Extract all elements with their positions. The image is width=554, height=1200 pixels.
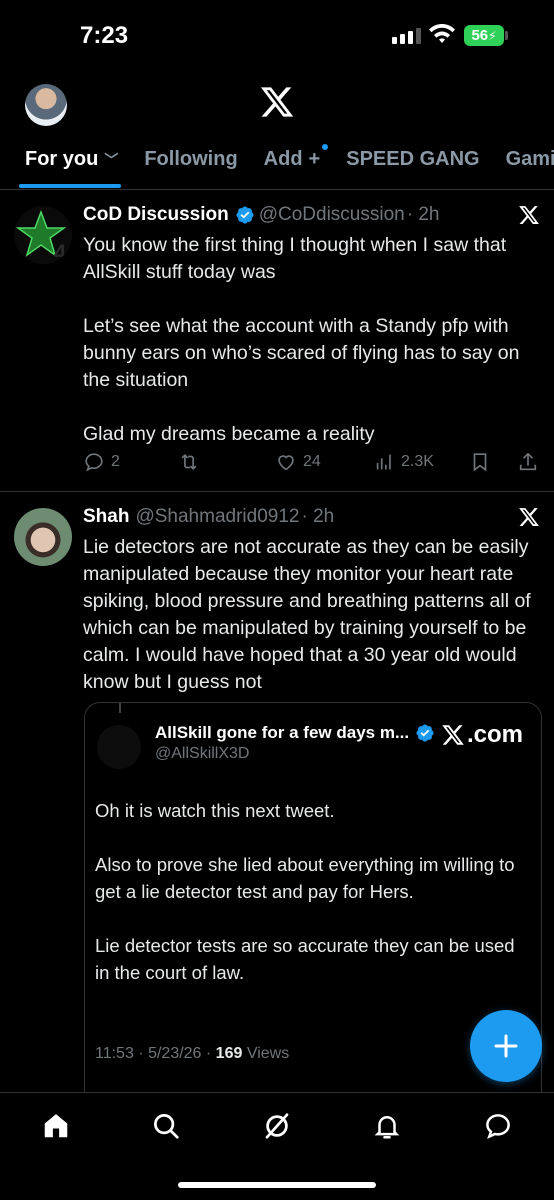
- share-icon: [519, 452, 537, 471]
- post-header: Shah @Shahmadrid0912 · 2h: [83, 504, 540, 530]
- thread-line: [119, 703, 121, 713]
- tab-add-label: Add: [263, 148, 303, 170]
- source-domain: .com: [466, 721, 523, 748]
- quoted-post-meta: 11:53 · 5/23/26 · 169 Views: [95, 1045, 289, 1063]
- quoted-author-handle[interactable]: @AllSkillX3D: [155, 745, 249, 763]
- quoted-post-views-count: 169: [215, 1045, 243, 1062]
- battery-indicator: 56 ⚡: [464, 25, 504, 46]
- author-avatar[interactable]: 4: [14, 206, 72, 264]
- timeline-header: For you ﹀ Following Add + SPEED GANG Gam…: [0, 70, 554, 190]
- tab-following-label: Following: [144, 148, 238, 170]
- search-icon[interactable]: [151, 1111, 181, 1141]
- x-logo-icon: [442, 725, 464, 745]
- messages-icon[interactable]: [483, 1111, 513, 1141]
- bookmark-icon: [473, 453, 487, 472]
- views-button[interactable]: 2.3K: [373, 451, 434, 473]
- post-text: You know the first thing I thought when …: [83, 234, 520, 445]
- verified-badge-icon: [236, 206, 254, 224]
- post[interactable]: 4 CoD Discussion @CoDdiscussion · 2h You…: [0, 190, 554, 492]
- home-indicator[interactable]: [178, 1182, 376, 1188]
- reply-icon: [85, 453, 103, 472]
- author-avatar[interactable]: [14, 508, 72, 566]
- author-handle[interactable]: @CoDdiscussion: [259, 204, 405, 226]
- analytics-icon: [376, 454, 391, 470]
- profile-avatar[interactable]: [25, 84, 67, 126]
- reply-button[interactable]: 2: [83, 451, 120, 473]
- reply-count: 2: [111, 453, 120, 470]
- post-text: Lie detectors are not accurate as they c…: [83, 536, 531, 693]
- author-handle[interactable]: @Shahmadrid0912: [135, 506, 299, 528]
- notifications-icon[interactable]: [372, 1111, 402, 1141]
- quoted-author-name[interactable]: AllSkill gone for a few days m...: [155, 723, 409, 743]
- plus-icon: [494, 1034, 518, 1058]
- quoted-post-text: Oh it is watch this next tweet. Also to …: [95, 800, 515, 983]
- repost-icon: [181, 453, 197, 471]
- tab-for-you-label: For you: [25, 148, 99, 170]
- star-logo-icon: 4: [14, 206, 72, 264]
- x-logo-icon[interactable]: [518, 204, 540, 226]
- views-count: 2.3K: [401, 453, 434, 470]
- tab-following[interactable]: Following: [144, 148, 237, 171]
- bookmark-button[interactable]: [469, 451, 491, 473]
- cellular-signal-icon: [392, 28, 421, 44]
- like-button[interactable]: 24: [275, 451, 321, 473]
- source-label: .com: [441, 721, 523, 749]
- heart-icon: [278, 455, 294, 471]
- tab-gaming-label: Gami: [505, 148, 554, 170]
- repost-button[interactable]: [178, 451, 200, 473]
- post-header: CoD Discussion @CoDdiscussion · 2h: [83, 202, 540, 228]
- status-time: 7:23: [80, 22, 129, 49]
- like-count: 24: [303, 453, 321, 470]
- quoted-author-name-row: AllSkill gone for a few days m...: [155, 723, 439, 743]
- tab-gaming[interactable]: Gami: [506, 148, 554, 171]
- x-logo-icon[interactable]: [518, 506, 540, 528]
- chevron-down-icon: ﹀: [104, 151, 119, 168]
- wifi-icon: [429, 24, 455, 43]
- tab-speed-gang-label: SPEED GANG: [346, 148, 480, 170]
- quoted-post-timestamp: 11:53 · 5/23/26 ·: [95, 1045, 216, 1062]
- tab-add[interactable]: Add +: [263, 144, 329, 171]
- x-logo-icon[interactable]: [259, 84, 295, 120]
- status-bar: 7:23 56 ⚡: [0, 0, 554, 70]
- quoted-post-views-label: Views: [242, 1045, 290, 1062]
- timeline-tabs: For you ﹀ Following Add + SPEED GANG Gam…: [25, 144, 554, 171]
- home-icon[interactable]: [41, 1111, 71, 1141]
- share-button[interactable]: [517, 451, 539, 473]
- grok-icon[interactable]: [262, 1111, 292, 1141]
- notification-dot: [322, 144, 329, 150]
- compose-button[interactable]: [470, 1010, 542, 1082]
- author-name[interactable]: Shah: [83, 506, 129, 528]
- verified-badge-icon: [416, 724, 434, 742]
- plus-icon: +: [308, 148, 321, 170]
- quoted-author-avatar[interactable]: [97, 725, 141, 769]
- battery-tip: [505, 31, 508, 40]
- author-name[interactable]: CoD Discussion: [83, 204, 229, 226]
- svg-text:4: 4: [54, 240, 67, 264]
- post-actions: 2 24 2.3K: [83, 450, 540, 474]
- tab-for-you[interactable]: For you ﹀: [25, 148, 118, 171]
- battery-level: 56: [471, 27, 489, 44]
- tab-speed-gang[interactable]: SPEED GANG: [346, 148, 479, 171]
- post[interactable]: Shah @Shahmadrid0912 · 2h Lie detectors …: [0, 492, 554, 1122]
- post-time: · 2h: [406, 204, 440, 225]
- active-tab-indicator: [19, 184, 121, 188]
- post-time: · 2h: [301, 506, 335, 527]
